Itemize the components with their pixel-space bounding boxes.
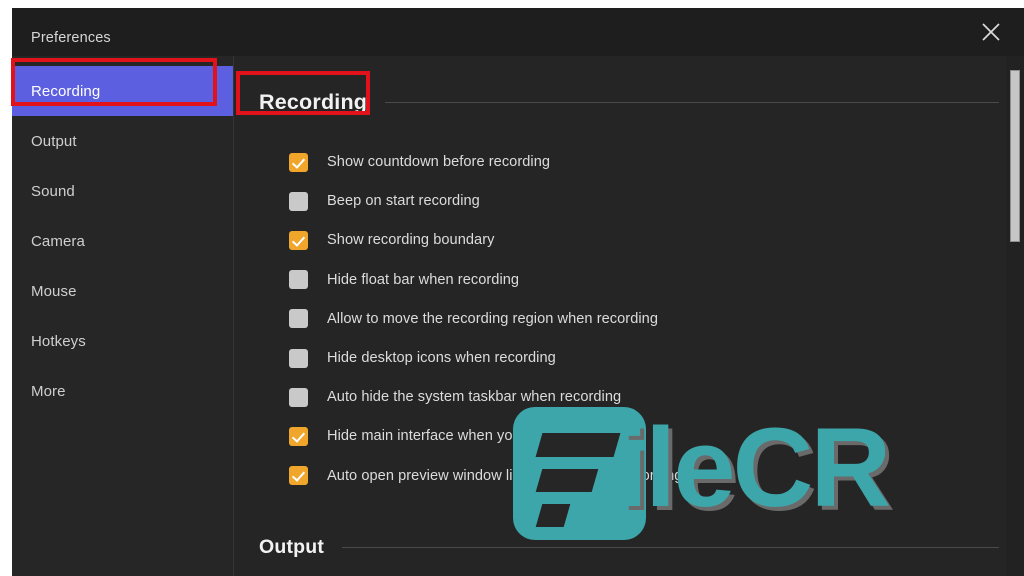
option-row[interactable]: Hide main interface when you take screen…	[289, 425, 629, 447]
checkbox-unchecked-icon[interactable]	[289, 348, 308, 368]
vertical-scrollbar-thumb[interactable]	[1010, 70, 1020, 242]
option-label: Show recording boundary	[327, 232, 495, 249]
sidebar-item-mouse[interactable]: Mouse	[12, 266, 233, 316]
checkbox-checked-icon[interactable]	[289, 426, 308, 446]
section-divider	[342, 547, 999, 548]
option-label: Hide main interface when you take screen…	[327, 428, 629, 445]
section-header-recording: Recording	[259, 90, 1019, 115]
option-label: Show countdown before recording	[327, 154, 551, 170]
settings-content-panel: Recording Output Directory Settings: Sho…	[235, 56, 1024, 576]
sidebar-item-more[interactable]: More	[12, 366, 233, 416]
option-row[interactable]: Show countdown before recording	[289, 151, 550, 173]
section-divider	[385, 102, 999, 103]
option-label: Auto hide the system taskbar when record…	[327, 389, 622, 406]
sidebar-item-label: Mouse	[31, 282, 77, 300]
sidebar-item-label: Hotkeys	[31, 332, 86, 350]
sidebar-item-label: Output	[31, 132, 77, 150]
sidebar-item-label: More	[31, 382, 66, 400]
checkbox-checked-icon[interactable]	[289, 230, 308, 250]
option-row[interactable]: Hide desktop icons when recording	[289, 347, 556, 369]
checkbox-checked-icon[interactable]	[289, 466, 308, 486]
preferences-window: Preferences Recording Output Sound Camera Mo…	[12, 8, 1024, 576]
checkbox-unchecked-icon[interactable]	[289, 309, 308, 329]
sidebar-item-label: Sound	[31, 182, 75, 200]
window-title: Preferences	[31, 30, 111, 46]
section-title: Output	[259, 536, 325, 558]
sidebar-item-camera[interactable]: Camera	[12, 216, 233, 266]
option-label: Beep on start recording	[327, 193, 480, 210]
checkbox-unchecked-icon[interactable]	[289, 387, 308, 407]
screenshot-root: Preferences Recording Output Sound Camera Mo…	[0, 0, 1024, 576]
sidebar-item-label: Recording	[31, 82, 101, 100]
sidebar-item-output[interactable]: Output	[12, 116, 233, 166]
window-titlebar: Preferences	[12, 8, 1024, 56]
sidebar-item-sound[interactable]: Sound	[12, 166, 233, 216]
option-label: Hide desktop icons when recording	[327, 350, 556, 366]
option-row[interactable]: Beep on start recording	[289, 190, 480, 212]
sidebar-item-hotkeys[interactable]: Hotkeys	[12, 316, 233, 366]
sidebar-item-recording[interactable]: Recording	[12, 66, 233, 116]
section-header-output: Output	[259, 536, 1019, 559]
section-title: Recording	[259, 90, 368, 114]
option-row[interactable]: Allow to move the recording region when …	[289, 308, 658, 330]
option-label: Allow to move the recording region when …	[327, 310, 658, 327]
close-icon[interactable]	[970, 16, 1012, 48]
option-row[interactable]: Auto open preview window library load wh…	[289, 465, 682, 487]
vertical-scrollbar-track[interactable]	[1006, 56, 1024, 576]
option-row[interactable]: Auto hide the system taskbar when record…	[289, 386, 621, 408]
option-row[interactable]: Hide float bar when recording	[289, 269, 519, 291]
checkbox-unchecked-icon[interactable]	[289, 191, 308, 211]
sidebar-item-label: Camera	[31, 232, 85, 250]
sidebar: Recording Output Sound Camera Mouse Hotkeys Mo…	[12, 56, 234, 576]
checkbox-checked-icon[interactable]	[289, 152, 308, 172]
checkbox-unchecked-icon[interactable]	[289, 270, 308, 290]
option-row[interactable]: Show recording boundary	[289, 229, 494, 251]
option-label: Hide float bar when recording	[327, 271, 520, 288]
option-label: Auto open preview window library load wh…	[327, 467, 683, 484]
